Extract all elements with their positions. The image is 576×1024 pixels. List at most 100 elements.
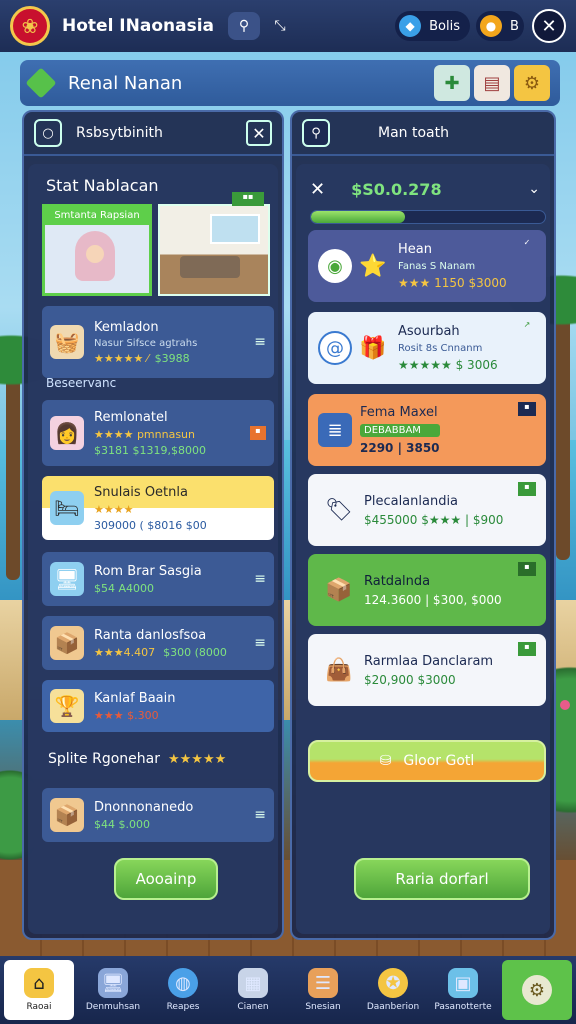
palm-tree-left: [0, 330, 76, 580]
item-title: Rom Brar Sasgia: [94, 563, 202, 579]
item-price: $44 $.000: [94, 817, 150, 831]
medal-icon: ✪: [378, 968, 408, 998]
add-icon[interactable]: ✚: [434, 65, 470, 101]
nav-label: Pasanotterte: [434, 1002, 492, 1012]
nav-item-home[interactable]: ⌂ Raoai: [4, 960, 74, 1020]
item-title: Kemladon: [94, 319, 159, 335]
item-price: 309000 ( $8016 $00: [94, 518, 207, 532]
list-item[interactable]: 📦 Ranta danlosfsoa ★★★4.407 $300 (8000 ≡: [42, 616, 274, 670]
list-item-highlighted[interactable]: 🛏 Snulais Oetnla ★★★★ 309000 ( $8016 $00: [42, 476, 274, 540]
header-strip: Renal Nanan ✚ ▤ ⚙: [20, 60, 560, 106]
right-panel-header: ⚲ Man toath: [292, 112, 554, 156]
nav-item-reports[interactable]: ◍ Reapes: [148, 956, 218, 1024]
tag-badge: ▪: [518, 562, 536, 576]
item-title: Ranta danlosfsoa: [94, 627, 207, 643]
check-icon: ✓: [523, 238, 531, 247]
item-title: Remlonatel: [94, 409, 168, 425]
palm-tree-right: [496, 270, 576, 560]
promo-label: Splite Rgonehar: [48, 751, 160, 767]
star-icon: ⭐: [359, 253, 387, 279]
item-sub: Nasur Sifsce agtrahs: [94, 337, 198, 349]
circle-icon: ○: [34, 119, 62, 147]
offer-item[interactable]: ≣ Fema Maxel DEBABBAM 2290 | 3850 ▪: [308, 394, 546, 466]
menu-icon[interactable]: ≡: [254, 571, 266, 587]
bag-icon: 👜: [325, 657, 353, 683]
gift-box-icon: 🎁: [359, 335, 387, 361]
item-price: $54 A4000: [94, 581, 155, 595]
left-panel-content: Stat Nablacan Smtanta Rapsian ▪▪ 🧺 Kemla…: [28, 164, 278, 934]
list-item[interactable]: 🖥 Rom Brar Sasgia $54 A4000 ≡: [42, 552, 274, 606]
offer-title: Plecalanlandia: [364, 493, 459, 509]
coin-pill[interactable]: ● B: [476, 11, 524, 41]
inventory-icon[interactable]: ▤: [474, 65, 510, 101]
offer-item[interactable]: 📦 Ratdalnda 124.3600 | $300, $000 ▪: [308, 554, 546, 626]
item-title: Snulais Oetnla: [94, 484, 188, 500]
offer-price: ★★★★★ $ 3006: [398, 358, 498, 372]
search-toggle-icon[interactable]: ⚲: [228, 12, 261, 40]
nav-label: Raoai: [26, 1002, 52, 1012]
item-rating: ★★★★: [94, 502, 134, 516]
offer-item[interactable]: ◉ ⭐ Hean Fanas S Nanam ★★★ 1150 $3000 ✓: [308, 230, 546, 302]
settings-icon[interactable]: ⚙: [514, 65, 550, 101]
tag-badge: ▪: [518, 642, 536, 656]
confirm-button[interactable]: Raria dorfarl: [354, 858, 530, 900]
item-title: Dnonnonanedo: [94, 799, 194, 815]
list-item[interactable]: 👩 Remlonatel ★★★★ pmnnasun $3181 $1319,$…: [42, 400, 274, 466]
close-icon[interactable]: ✕: [532, 9, 566, 43]
reception-icon: 🖥: [50, 562, 84, 596]
box-icon: 📦: [50, 798, 84, 832]
expand-icon[interactable]: ⤡: [264, 12, 296, 40]
currency-pill[interactable]: ◆ Bolis: [395, 11, 470, 41]
nav-item-rewards[interactable]: ✪ Daanberion: [358, 956, 428, 1024]
item-rating: ★★★★★ ⁄: [94, 351, 149, 365]
top-bar: ❀ Hotel INaonasia ⚲ ⤡ ◆ Bolis ● B ✕: [0, 0, 576, 52]
nav-label: Snesian: [305, 1002, 341, 1012]
photo-badge: ▪▪: [232, 192, 264, 206]
currency-label: Bolis: [429, 18, 460, 34]
photo-row: Smtanta Rapsian ▪▪: [42, 192, 272, 296]
claim-button[interactable]: ⛁ Gloor Gotl: [308, 740, 546, 782]
promo-row[interactable]: Splite Rgonehar ★★★★★: [42, 744, 274, 774]
arrow-icon: ↗: [523, 320, 531, 329]
chevron-down-icon[interactable]: ⌄: [528, 181, 540, 197]
accept-button[interactable]: Aooainp: [114, 858, 218, 900]
offer-title: Ratdalnda: [364, 573, 431, 589]
nav-item-clean[interactable]: ▦ Cianen: [218, 956, 288, 1024]
bed-icon: 🛏: [50, 491, 84, 525]
offer-item[interactable]: 🏷 Plecalanlandia $455000 $★★★ | $900 ▪: [308, 474, 546, 546]
balance-value: $S0.0.278: [351, 179, 442, 199]
list-item[interactable]: 📦 Dnonnonanedo $44 $.000 ≡: [42, 788, 274, 842]
list-item[interactable]: 🏆 Kanlaf Baain ★★★ $.300: [42, 680, 274, 732]
offer-item[interactable]: 👜 Rarmlaa Danclaram $20,900 $3000 ▪: [308, 634, 546, 706]
status-icon: ◉: [318, 249, 352, 283]
room-photo[interactable]: ▪▪: [158, 192, 270, 296]
offer-item[interactable]: @ 🎁 Asourbah Rosit 8s Cnnanm ★★★★★ $ 300…: [308, 312, 546, 384]
nav-item-dashboard[interactable]: 🖥 Denmuhsan: [78, 956, 148, 1024]
right-panel: ⚲ Man toath ✕ $S0.0.278 ⌄ ◉ ⭐ Hean Fanas…: [290, 110, 556, 940]
nav-item-settings[interactable]: ⚙: [502, 960, 572, 1020]
nav-item-session[interactable]: ☰ Snesian: [288, 956, 358, 1024]
list-item[interactable]: 🧺 Kemladon Nasur Sifsce agtrahs ★★★★★ ⁄ …: [42, 306, 274, 378]
progress-fill: [311, 211, 405, 223]
guest-photo[interactable]: Smtanta Rapsian: [42, 204, 152, 296]
nav-item-passport[interactable]: ▣ Pasanotterte: [428, 956, 498, 1024]
close-icon[interactable]: ✕: [246, 120, 272, 146]
left-panel-header: ○ Rsbsytbinith ✕: [24, 112, 282, 156]
item-rating: ★★★★ pmnnasun: [94, 427, 195, 441]
menu-icon[interactable]: ≡: [254, 635, 266, 651]
menu-icon[interactable]: ≡: [254, 334, 266, 350]
item-rating: ★★★4.407: [94, 645, 156, 659]
left-panel: ○ Rsbsytbinith ✕ Stat Nablacan Smtanta R…: [22, 110, 284, 940]
right-panel-title: Man toath: [378, 125, 449, 141]
menu-icon[interactable]: ≡: [254, 807, 266, 823]
offer-price: 2290 | 3850: [360, 441, 440, 455]
offer-title: Hean: [398, 242, 432, 257]
offer-title: Rarmlaa Danclaram: [364, 653, 494, 669]
flower: [560, 700, 570, 710]
list-icon: ≣: [318, 413, 352, 447]
search-icon[interactable]: ⚲: [302, 119, 330, 147]
promo-stars: ★★★★★: [167, 751, 227, 767]
offer-price: $20,900 $3000: [364, 672, 456, 687]
close-icon[interactable]: ✕: [310, 179, 325, 200]
item-price: $3988: [154, 351, 190, 365]
